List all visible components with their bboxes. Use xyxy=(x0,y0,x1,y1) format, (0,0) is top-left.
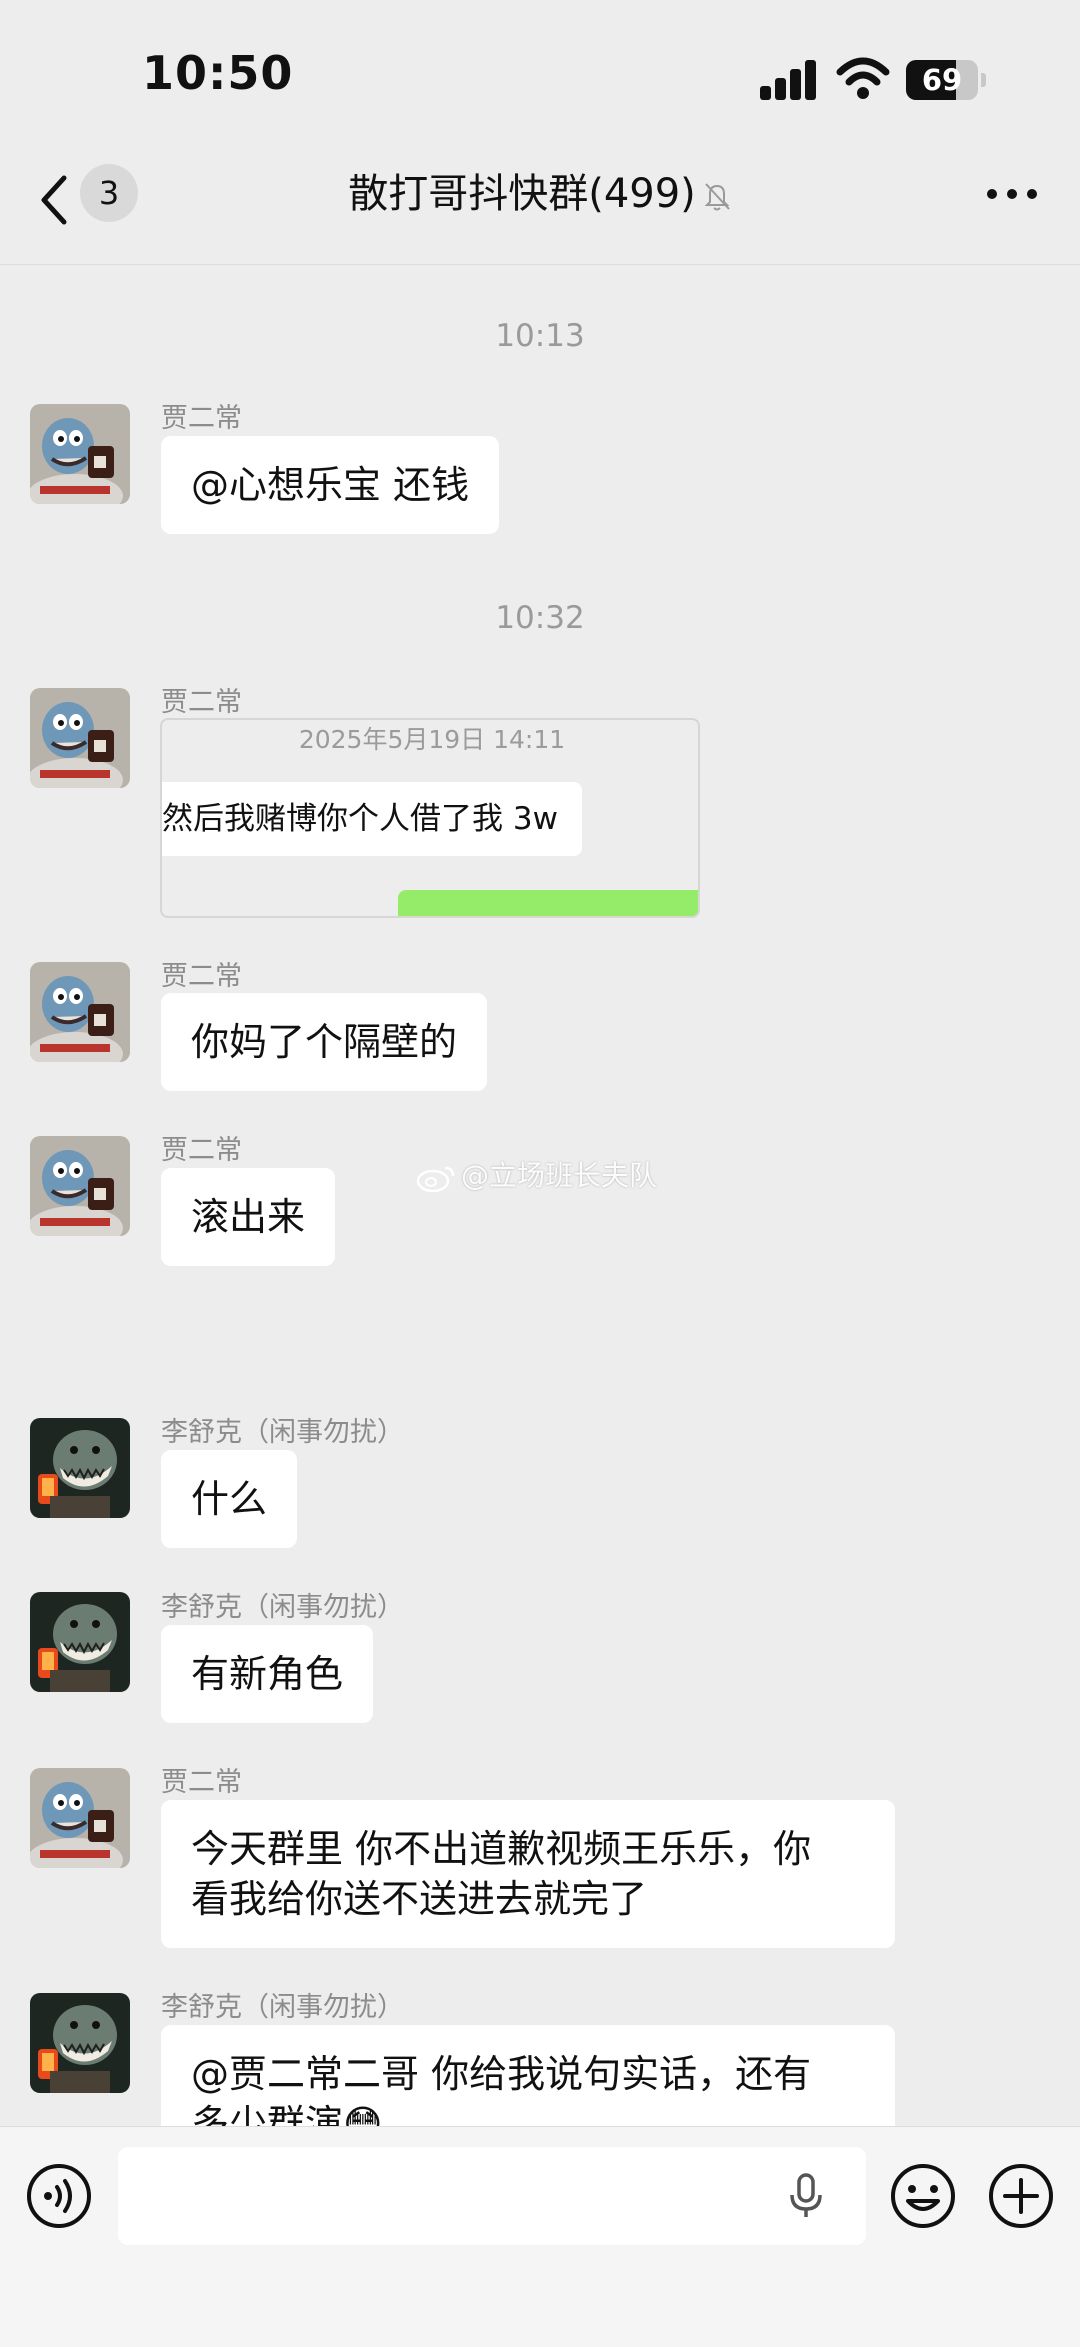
status-time: 10:50 xyxy=(142,46,294,100)
message-bubble[interactable]: 有新角色 xyxy=(161,1625,374,1723)
message-bubble[interactable]: 今天群里 你不出道歉视频王乐乐，你 看我给你送不送进去就完了 xyxy=(161,1800,895,1948)
status-bar: 10:50 69 xyxy=(0,0,1080,150)
watermark-text: @立场班长夫队 xyxy=(461,1159,658,1192)
sender-name: 李舒克（闲事勿扰） xyxy=(161,1992,404,2023)
avatar[interactable] xyxy=(30,1418,130,1518)
message-bubble[interactable]: 滚出来 xyxy=(161,1168,336,1266)
avatar[interactable] xyxy=(30,1993,130,2093)
message-line: 看我给你送不送进去就完了 xyxy=(191,1877,648,1921)
message-timestamp: 10:32 xyxy=(495,600,585,636)
message-bubble[interactable]: @心想乐宝 还钱 xyxy=(161,436,500,534)
image-message-green-bubble xyxy=(398,890,698,916)
sender-name: 贾二常 xyxy=(161,1135,242,1166)
message-bubble[interactable]: 什么 xyxy=(161,1450,298,1548)
sender-name: 贾二常 xyxy=(161,961,242,992)
chat-title: 散打哥抖快群(499) xyxy=(0,164,1080,224)
image-message-text: 然后我赌博你个人借了我 3w xyxy=(162,782,582,856)
mute-bell-icon xyxy=(704,183,730,211)
sender-name: 李舒克（闲事勿扰） xyxy=(161,1417,404,1448)
voice-icon[interactable] xyxy=(26,2163,92,2229)
message-line: @贾二常二哥 你给我说句实话，还有 xyxy=(191,2052,812,2096)
sender-name: 贾二常 xyxy=(161,403,242,434)
chat-header: 3 散打哥抖快群(499) xyxy=(0,150,1080,265)
message-line: 今天群里 你不出道歉视频王乐乐，你 xyxy=(191,1827,812,1871)
image-message[interactable]: 2025年5月19日 14:11 然后我赌博你个人借了我 3w xyxy=(160,718,700,918)
avatar[interactable] xyxy=(30,1768,130,1868)
avatar[interactable] xyxy=(30,1136,130,1236)
cellular-signal-icon xyxy=(760,58,818,100)
wifi-icon xyxy=(836,57,890,99)
battery-level: 69 xyxy=(921,63,963,97)
sender-name: 李舒克（闲事勿扰） xyxy=(161,1592,404,1623)
more-icon[interactable] xyxy=(986,188,1038,200)
mic-icon[interactable] xyxy=(786,2173,826,2219)
chat-input-bar xyxy=(0,2126,1080,2347)
emoji-icon[interactable] xyxy=(890,2163,956,2229)
avatar[interactable] xyxy=(30,962,130,1062)
avatar[interactable] xyxy=(30,688,130,788)
message-timestamp: 10:13 xyxy=(495,318,585,354)
weibo-logo-icon xyxy=(416,1166,455,1192)
sender-name: 贾二常 xyxy=(161,1767,242,1798)
message-input[interactable] xyxy=(118,2147,866,2245)
message-bubble[interactable]: 你妈了个隔壁的 xyxy=(161,993,488,1091)
avatar[interactable] xyxy=(30,404,130,504)
watermark: @立场班长夫队 xyxy=(415,1154,657,1194)
plus-icon[interactable] xyxy=(988,2163,1054,2229)
battery-icon: 69 xyxy=(906,60,986,100)
image-message-date: 2025年5月19日 14:11 xyxy=(298,725,566,754)
sender-name: 贾二常 xyxy=(161,687,242,718)
chat-title-text: 散打哥抖快群(499) xyxy=(348,171,696,217)
avatar[interactable] xyxy=(30,1592,130,1692)
